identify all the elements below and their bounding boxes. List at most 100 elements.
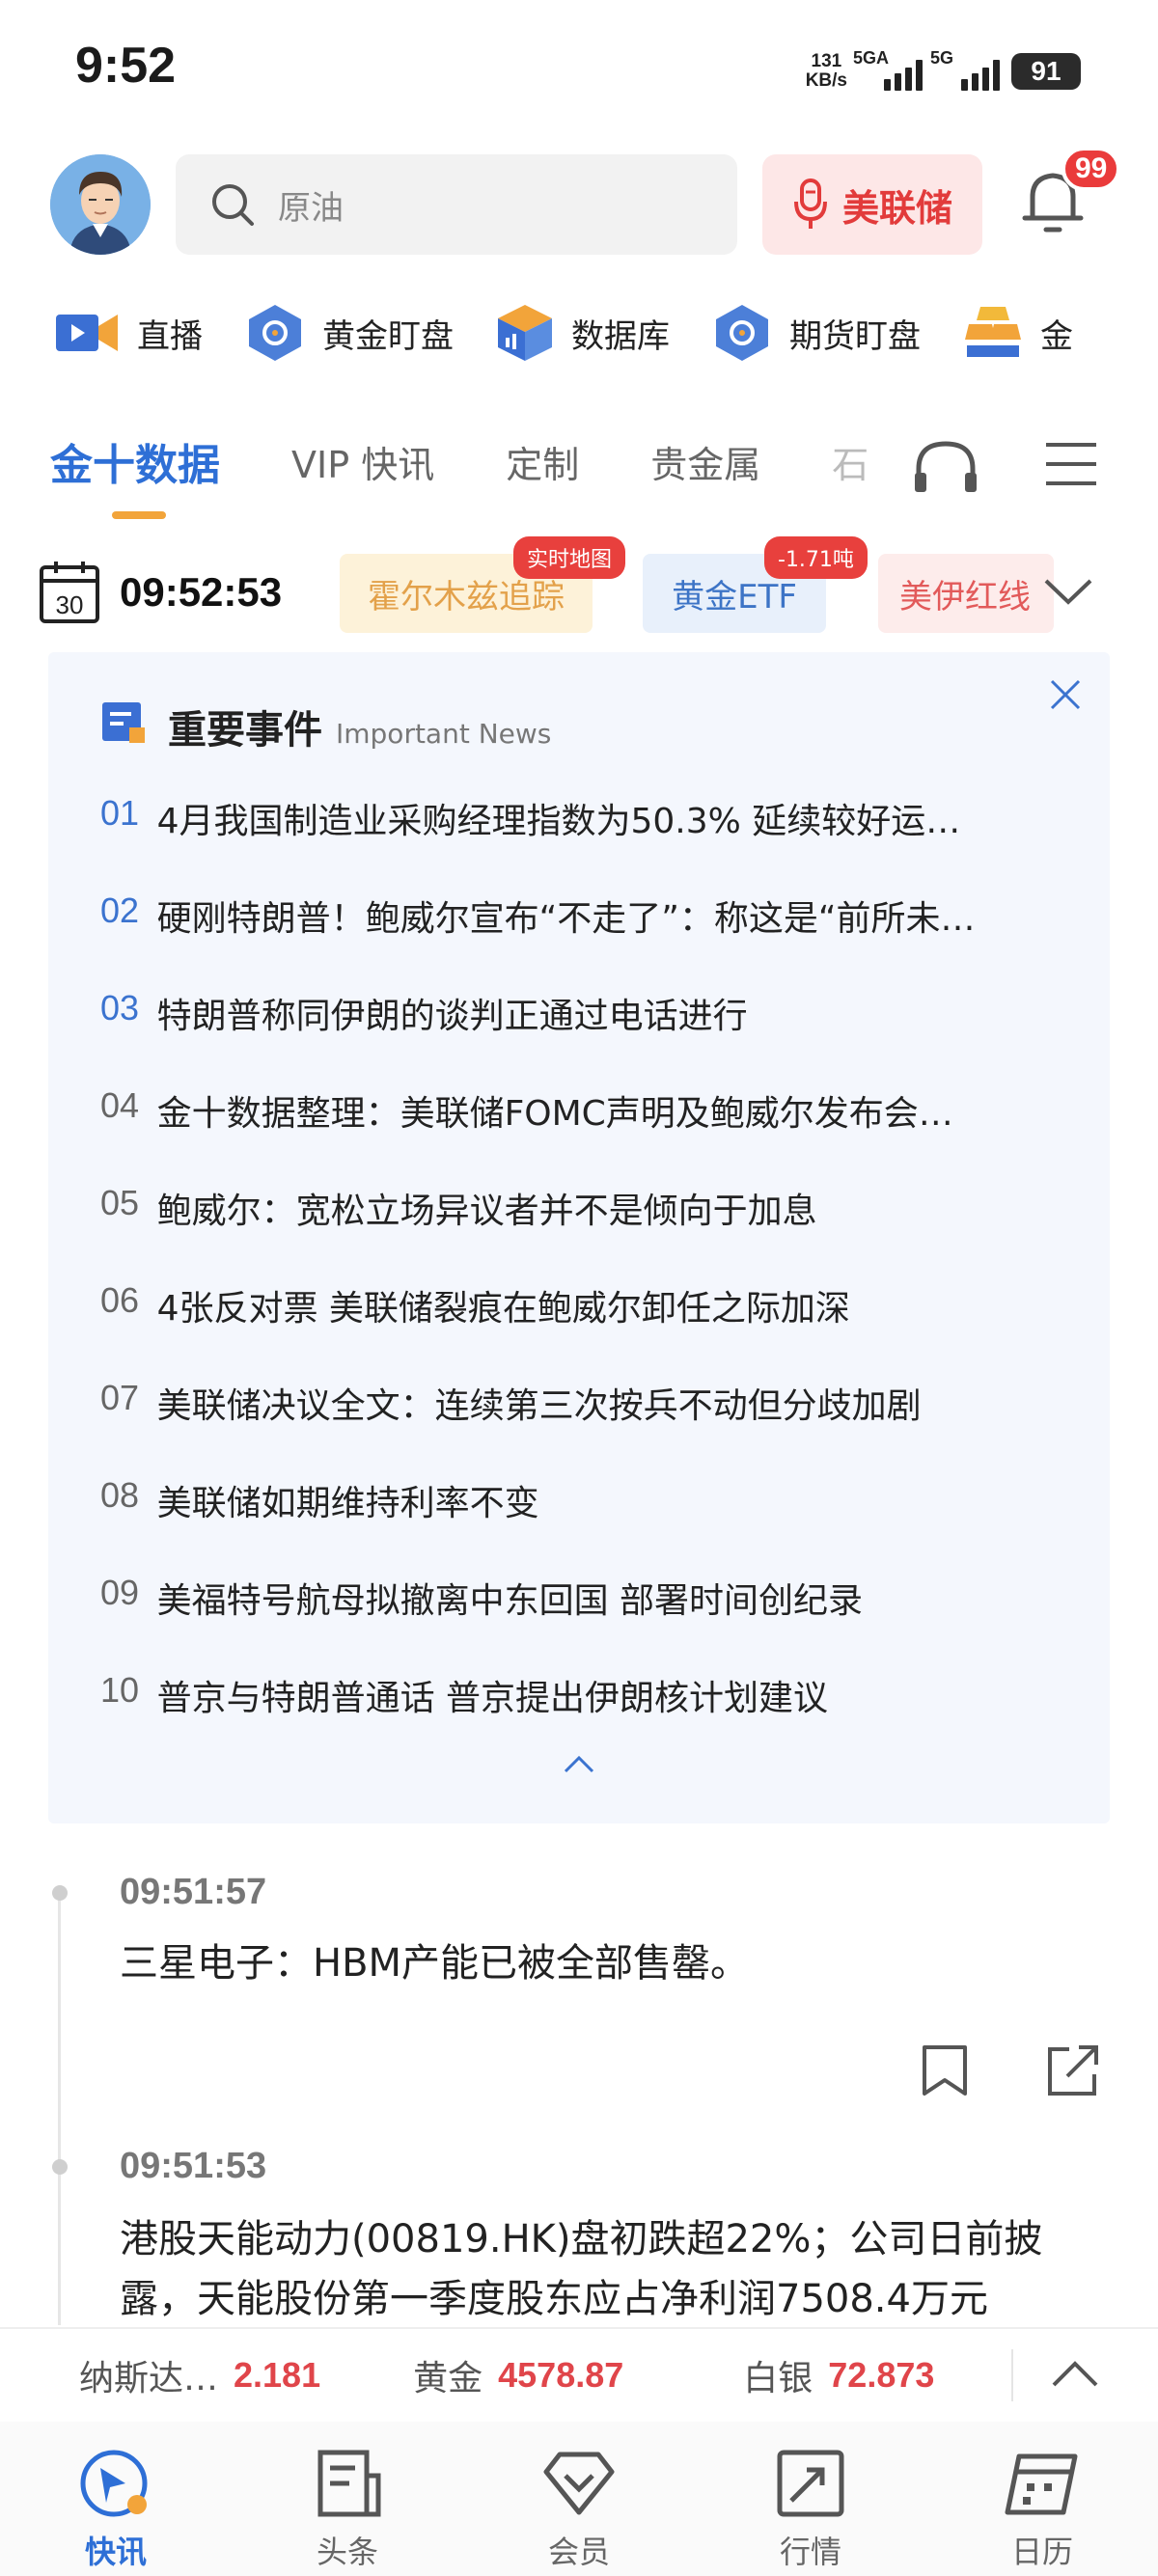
news-item[interactable]: 10 普京与特朗普通话 普京提出伊朗核计划建议 — [100, 1670, 1056, 1768]
news-headline: 美联储如期维持利率不变 — [156, 1484, 539, 1523]
important-news-title: 重要事件 — [168, 708, 322, 753]
signal-label: 5GA — [853, 48, 890, 68]
news-number: 05 — [100, 1183, 140, 1222]
news-icon — [100, 700, 147, 749]
status-time: 9:52 — [75, 38, 177, 94]
tab-oil[interactable]: 石 — [832, 435, 868, 488]
bookmark-icon[interactable] — [921, 2043, 969, 2101]
quick-nav-label: 黄金盯盘 — [322, 316, 454, 356]
news-item[interactable]: 04 金十数据整理：美联储FOMC声明及鲍威尔发布会… — [100, 1085, 1056, 1183]
timeline-line — [58, 1891, 61, 2325]
tab-jin10-data[interactable]: 金十数据 — [50, 430, 220, 519]
gold-bars-icon — [965, 307, 1021, 357]
status-icons: 131 KB/s 5GA 5G 91 — [806, 42, 1081, 100]
timeline-dot — [52, 1885, 68, 1901]
news-item[interactable]: 06 4张反对票 美联储裂痕在鲍威尔卸任之际加深 — [100, 1280, 1056, 1378]
feed-item-time: 09:51:57 — [120, 1872, 267, 1912]
news-headline: 硬刚特朗普！鲍威尔宣布“不走了”：称这是“前所未… — [156, 899, 976, 939]
quick-nav-database[interactable]: 数据库 — [496, 303, 670, 363]
quick-nav-futures-watch[interactable]: 期货盯盘 — [712, 303, 921, 363]
feed-item-time: 09:51:53 — [120, 2146, 267, 2186]
signal-icon: 5G — [930, 48, 1002, 91]
chip-tag: -1.71吨 — [764, 536, 868, 579]
video-icon — [56, 315, 118, 351]
news-item[interactable]: 05 鲍威尔：宽松立场异议者并不是倾向于加息 — [100, 1183, 1056, 1280]
ticker-value: 2.181 — [234, 2355, 321, 2395]
quick-nav-gold[interactable]: 金 — [963, 303, 1073, 363]
news-item[interactable]: 07 美联储决议全文：连续第三次按兵不动但分歧加剧 — [100, 1378, 1056, 1475]
news-number: 06 — [100, 1280, 140, 1320]
feed-item-text[interactable]: 三星电子：HBM产能已被全部售罄。 — [120, 1933, 1104, 1993]
ticker-name: 纳斯达… — [79, 2359, 219, 2398]
search-input[interactable]: 原油 — [176, 154, 737, 255]
headset-icon[interactable] — [911, 436, 980, 498]
news-number: 01 — [100, 793, 140, 833]
nav-calendar[interactable]: 日历 — [926, 2422, 1158, 2576]
news-headline: 美联储决议全文：连续第三次按兵不动但分歧加剧 — [156, 1386, 922, 1426]
nav-membership[interactable]: 会员 — [463, 2422, 695, 2576]
notification-badge: 99 — [1062, 147, 1121, 191]
ticker-item[interactable]: 纳斯达… 2.181 — [79, 2350, 320, 2400]
news-number: 02 — [100, 891, 140, 930]
us-iran-redline-chip[interactable]: 美伊红线 — [878, 554, 1054, 633]
network-speed-unit: KB/s — [805, 70, 847, 91]
calendar-icon[interactable]: 30 — [39, 560, 100, 629]
chevron-up-icon[interactable] — [562, 1754, 596, 1779]
news-item[interactable]: 03 特朗普称同伊朗的谈判正通过电话进行 — [100, 988, 1056, 1085]
tab-custom[interactable]: 定制 — [506, 435, 579, 488]
share-icon[interactable] — [1046, 2043, 1100, 2101]
nav-label: 日历 — [1010, 2534, 1073, 2570]
current-time: 09:52:53 — [120, 569, 283, 615]
nav-flash[interactable]: 快讯 — [0, 2422, 232, 2576]
chip-label: 美伊红线 — [899, 577, 1031, 617]
ticker-item[interactable]: 白银 72.873 — [743, 2350, 934, 2400]
important-news-subtitle: Important News — [336, 718, 552, 750]
news-item[interactable]: 01 4月我国制造业采购经理指数为50.3% 延续较好运… — [100, 793, 1056, 891]
search-placeholder: 原油 — [278, 188, 344, 228]
nav-label: 行情 — [779, 2534, 841, 2570]
news-headline: 普京与特朗普通话 普京提出伊朗核计划建议 — [156, 1679, 829, 1718]
quick-nav-gold-watch[interactable]: 黄金盯盘 — [245, 303, 454, 363]
newspaper-icon — [317, 2450, 381, 2517]
tab-vip-flash[interactable]: VIP 快讯 — [291, 435, 434, 488]
news-headline: 4月我国制造业采购经理指数为50.3% 延续较好运… — [156, 802, 961, 841]
signal-label: 5G — [930, 48, 954, 68]
ticker-value: 72.873 — [828, 2355, 935, 2395]
quick-nav-label: 直播 — [137, 316, 203, 356]
nav-label: 快讯 — [84, 2534, 147, 2570]
close-icon[interactable] — [1046, 675, 1085, 718]
diamond-icon — [543, 2452, 615, 2515]
tab-precious-metals[interactable]: 贵金属 — [650, 435, 760, 488]
menu-icon[interactable] — [1044, 440, 1098, 492]
feed-item-text[interactable]: 港股天能动力(00819.HK)盘初跌超22%；公司日前披 — [120, 2209, 1123, 2269]
news-number: 10 — [100, 1670, 140, 1710]
ticker-name: 黄金 — [413, 2359, 483, 2398]
market-ticker[interactable]: 纳斯达… 2.181 黄金 4578.87 白银 72.873 — [0, 2327, 1158, 2422]
nav-headlines[interactable]: 头条 — [232, 2422, 463, 2576]
microphone-icon — [793, 178, 827, 229]
bottom-nav: 快讯 头条 会员 行情 日历 — [0, 2422, 1158, 2576]
chevron-down-icon[interactable] — [1042, 575, 1094, 612]
quick-nav-live[interactable]: 直播 — [54, 309, 203, 357]
news-item[interactable]: 09 美福特号航母拟撤离中东回国 部署时间创纪录 — [100, 1573, 1056, 1670]
network-speed-value: 131 — [811, 51, 842, 71]
target-icon — [716, 305, 768, 361]
news-number: 03 — [100, 988, 140, 1028]
network-speed: 131 KB/s — [806, 52, 847, 91]
feed-item-text-line2[interactable]: 露，天能股份第一季度股东应占净利润7508.4万元 — [120, 2269, 1123, 2327]
ticker-value: 4578.87 — [498, 2355, 624, 2395]
avatar[interactable] — [50, 154, 151, 255]
news-number: 07 — [100, 1378, 140, 1417]
chip-tag: 实时地图 — [513, 536, 626, 579]
important-news-header: 重要事件 Important News — [168, 699, 551, 754]
signal-icon: 5GA — [853, 48, 924, 91]
news-headline: 4张反对票 美联储裂痕在鲍威尔卸任之际加深 — [156, 1289, 850, 1329]
quick-nav-label: 数据库 — [571, 316, 670, 356]
fed-button[interactable]: 美联储 — [762, 154, 982, 255]
news-item[interactable]: 08 美联储如期维持利率不变 — [100, 1475, 1056, 1573]
nav-market[interactable]: 行情 — [695, 2422, 926, 2576]
market-chart-icon — [777, 2450, 844, 2517]
chevron-up-icon[interactable] — [1050, 2358, 1100, 2393]
news-item[interactable]: 02 硬刚特朗普！鲍威尔宣布“不走了”：称这是“前所未… — [100, 891, 1056, 988]
ticker-item[interactable]: 黄金 4578.87 — [413, 2350, 623, 2400]
